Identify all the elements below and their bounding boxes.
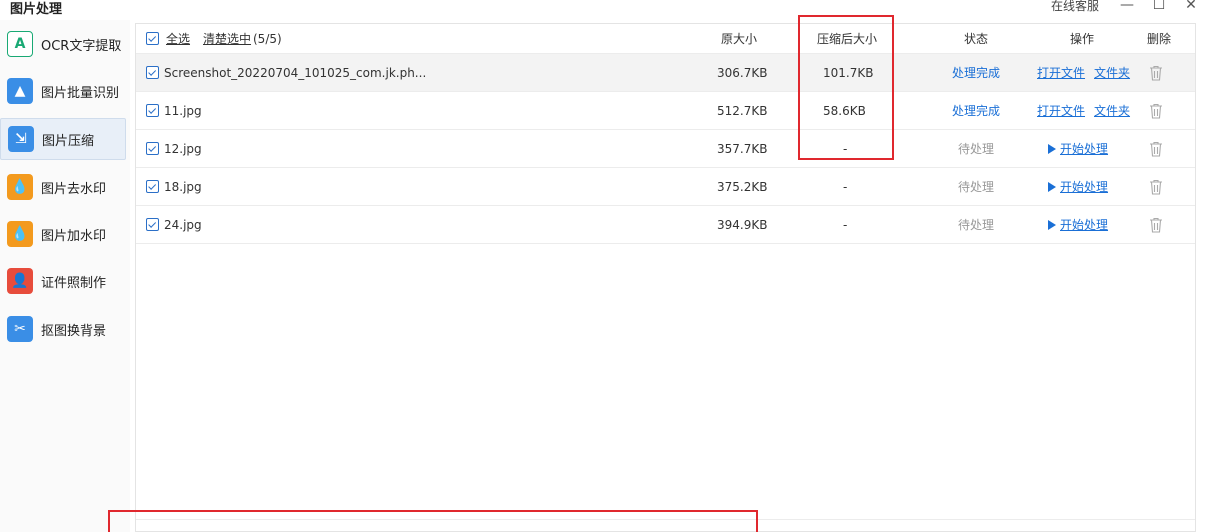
trash-icon[interactable]	[1149, 92, 1163, 129]
sidebar-item-ocr[interactable]: A OCR文字提取	[0, 23, 126, 65]
clear-selection-link[interactable]: 清楚选中	[203, 30, 251, 47]
online-service-link[interactable]: 在线客服	[1051, 0, 1099, 14]
id-photo-icon: 👤	[7, 268, 33, 294]
maximize-icon[interactable]: ☐	[1143, 0, 1175, 14]
header-status: 状态	[964, 32, 989, 46]
trash-icon[interactable]	[1149, 54, 1163, 91]
start-process-button[interactable]: 开始处理	[1048, 168, 1108, 205]
sidebar-item-label: 图片压缩	[42, 133, 95, 149]
sidebar-item-compress[interactable]: ⇲ 图片压缩	[0, 118, 126, 160]
table-row[interactable]: 24.jpg 394.9KB - 待处理 开始处理	[136, 206, 1195, 244]
table-header: 全选 清楚选中 (5/5) 原大小 压缩后大小 状态 操作 删除	[136, 24, 1195, 54]
row-checkbox[interactable]	[146, 92, 159, 129]
original-size: 357.7KB	[717, 141, 768, 156]
select-all-link[interactable]: 全选	[166, 30, 190, 47]
original-size: 306.7KB	[717, 65, 768, 80]
sidebar-item-label: 图片加水印	[41, 228, 107, 244]
compress-icon: ⇲	[8, 126, 34, 152]
cutout-icon: ✂	[7, 316, 33, 342]
compressed-size: -	[843, 217, 848, 232]
app-title: 图片处理	[10, 2, 63, 17]
minimize-icon[interactable]: —	[1111, 0, 1143, 14]
start-process-button[interactable]: 开始处理	[1048, 130, 1108, 167]
sidebar-item-id-photo[interactable]: 👤 证件照制作	[0, 260, 126, 302]
play-icon	[1048, 181, 1056, 192]
selection-count: (5/5)	[253, 31, 282, 46]
compressed-size: -	[843, 179, 848, 194]
start-process-link[interactable]: 开始处理	[1060, 178, 1108, 195]
sidebar-item-remove-watermark[interactable]: 💧 图片去水印	[0, 166, 126, 208]
table-row[interactable]: 11.jpg 512.7KB 58.6KB 处理完成 打开文件 文件夹	[136, 92, 1195, 130]
close-icon[interactable]: ✕	[1175, 0, 1207, 14]
trash-icon[interactable]	[1149, 130, 1163, 167]
sidebar-item-label: 图片批量识别	[41, 85, 120, 101]
table-row[interactable]: 18.jpg 375.2KB - 待处理 开始处理	[136, 168, 1195, 206]
add-watermark-icon: 💧	[7, 221, 33, 247]
open-file-link[interactable]: 打开文件	[1037, 64, 1085, 81]
open-file-link[interactable]: 打开文件	[1037, 102, 1085, 119]
select-all-checkbox[interactable]	[146, 24, 159, 53]
status-label: 待处理	[958, 218, 995, 232]
header-delete: 删除	[1147, 32, 1172, 46]
status-label: 待处理	[958, 142, 995, 156]
header-original-size: 原大小	[721, 32, 758, 46]
sidebar-item-image-batch[interactable]: ▲ 图片批量识别	[0, 70, 126, 112]
table-row[interactable]: 12.jpg 357.7KB - 待处理 开始处理	[136, 130, 1195, 168]
row-checkbox[interactable]	[146, 168, 159, 205]
sidebar-item-label: 证件照制作	[41, 275, 107, 291]
file-name: 24.jpg	[164, 217, 202, 232]
trash-icon[interactable]	[1149, 206, 1163, 243]
header-compressed-size: 压缩后大小	[817, 32, 878, 46]
remove-watermark-icon: 💧	[7, 174, 33, 200]
row-checkbox[interactable]	[146, 206, 159, 243]
table-row[interactable]: Screenshot_20220704_101025_com.jk.ph... 3…	[136, 54, 1195, 92]
compressed-size: 101.7KB	[823, 65, 874, 80]
file-name: 11.jpg	[164, 103, 202, 118]
row-checkbox[interactable]	[146, 130, 159, 167]
start-process-button[interactable]: 开始处理	[1048, 206, 1108, 243]
start-process-link[interactable]: 开始处理	[1060, 140, 1108, 157]
original-size: 394.9KB	[717, 217, 768, 232]
status-label: 待处理	[958, 180, 995, 194]
ocr-icon: A	[7, 31, 33, 57]
file-table: 全选 清楚选中 (5/5) 原大小 压缩后大小 状态 操作 删除 Screens…	[135, 23, 1196, 532]
play-icon	[1048, 143, 1056, 154]
compressed-size: -	[843, 141, 848, 156]
row-checkbox[interactable]	[146, 54, 159, 91]
image-batch-icon: ▲	[7, 78, 33, 104]
open-folder-link[interactable]: 文件夹	[1094, 64, 1130, 81]
trash-icon[interactable]	[1149, 168, 1163, 205]
sidebar-item-cutout[interactable]: ✂ 抠图换背景	[0, 308, 126, 350]
original-size: 375.2KB	[717, 179, 768, 194]
status-label: 处理完成	[952, 104, 1001, 118]
file-name: Screenshot_20220704_101025_com.jk.ph...	[164, 65, 427, 80]
status-label: 处理完成	[952, 66, 1001, 80]
compressed-size: 58.6KB	[823, 103, 866, 118]
file-name: 12.jpg	[164, 141, 202, 156]
open-folder-link[interactable]: 文件夹	[1094, 102, 1130, 119]
play-icon	[1048, 219, 1056, 230]
sidebar-item-add-watermark[interactable]: 💧 图片加水印	[0, 213, 126, 255]
original-size: 512.7KB	[717, 103, 768, 118]
title-bar: 图片处理 在线客服 — ☐ ✕	[0, 0, 1207, 17]
footer-divider	[136, 519, 1195, 520]
sidebar: A OCR文字提取 ▲ 图片批量识别 ⇲ 图片压缩 💧 图片去水印 💧 图片加水印 👤 证件照制作 ✂ 抠…	[0, 20, 130, 532]
sidebar-item-label: 抠图换背景	[41, 323, 107, 339]
start-process-link[interactable]: 开始处理	[1060, 216, 1108, 233]
sidebar-item-label: 图片去水印	[41, 181, 107, 197]
file-name: 18.jpg	[164, 179, 202, 194]
sidebar-item-label: OCR文字提取	[41, 38, 122, 54]
window-controls: 在线客服 — ☐ ✕	[1051, 0, 1207, 14]
header-action: 操作	[1070, 32, 1095, 46]
